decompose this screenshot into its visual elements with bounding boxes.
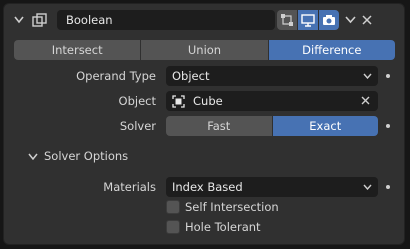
object-label: Object [118, 94, 156, 108]
operation-selector: Intersect Union Difference [14, 40, 395, 60]
viewport-display-toggle[interactable] [298, 10, 318, 30]
modifier-panel: Boolean Intersect Union Difference Opera… [3, 3, 405, 245]
collapse-chevron-icon[interactable] [13, 14, 25, 26]
chevron-down-icon [363, 184, 372, 190]
solver-selector: Fast Exact [166, 116, 378, 136]
chevron-down-icon [28, 153, 38, 160]
modifier-menu-chevron-icon[interactable] [343, 14, 357, 26]
object-field[interactable]: Cube [166, 91, 378, 111]
solver-keyframe-dot[interactable] [386, 124, 390, 128]
solver-options-title: Solver Options [44, 149, 129, 163]
hole-tolerant-label: Hole Tolerant [185, 220, 261, 234]
render-camera-icon [323, 15, 335, 25]
solver-fast-button[interactable]: Fast [166, 116, 272, 136]
modifier-name: Boolean [66, 13, 113, 27]
operation-intersect-button[interactable]: Intersect [14, 40, 141, 60]
materials-dropdown[interactable]: Index Based [166, 177, 378, 197]
modifier-name-field[interactable]: Boolean [57, 10, 275, 30]
operation-union-button[interactable]: Union [141, 40, 268, 60]
self-intersection-label: Self Intersection [185, 200, 279, 214]
materials-label: Materials [103, 180, 156, 194]
edit-mode-toggle[interactable] [277, 10, 297, 30]
operand-type-label: Operand Type [76, 69, 156, 83]
materials-keyframe-dot[interactable] [386, 185, 390, 189]
boolean-modifier-icon [31, 12, 47, 28]
operation-difference-button[interactable]: Difference [268, 40, 395, 60]
render-toggle[interactable] [319, 10, 339, 30]
chevron-down-icon [363, 73, 372, 79]
hole-tolerant-checkbox-row[interactable]: Hole Tolerant [166, 219, 366, 235]
edit-mode-icon [281, 14, 293, 26]
hole-tolerant-checkbox[interactable] [166, 220, 180, 234]
solver-options-header[interactable]: Solver Options [28, 147, 228, 165]
remove-modifier-close-icon[interactable] [361, 14, 373, 26]
operand-type-keyframe-dot[interactable] [386, 74, 390, 78]
viewport-display-icon [301, 13, 315, 27]
solver-exact-button[interactable]: Exact [272, 116, 378, 136]
solver-label: Solver [119, 119, 156, 133]
self-intersection-checkbox[interactable] [166, 200, 180, 214]
operand-type-dropdown[interactable]: Object [166, 66, 378, 86]
object-cube-icon [172, 94, 185, 108]
clear-close-icon [361, 96, 370, 105]
self-intersection-checkbox-row[interactable]: Self Intersection [166, 199, 366, 215]
